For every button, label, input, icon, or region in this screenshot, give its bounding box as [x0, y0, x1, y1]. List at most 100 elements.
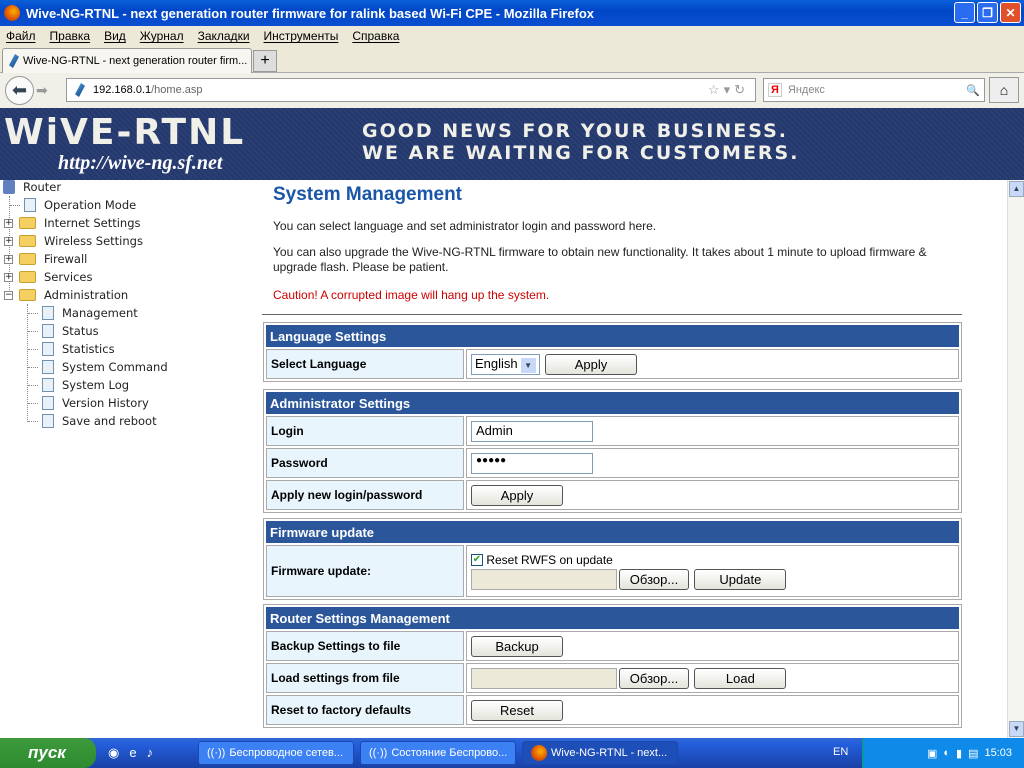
tab-bar: Wive-NG-RTNL - next generation router fi…	[0, 46, 1024, 73]
tree-label: System Command	[62, 360, 168, 374]
taskbar-item-status[interactable]: ((·)) Состояние Беспрово...	[360, 741, 516, 765]
administrator-settings-table: Administrator Settings Login Admin Passwo…	[263, 389, 962, 513]
close-button[interactable]: ✕	[1000, 2, 1021, 23]
router-settings-management-table: Router Settings Management Backup Settin…	[263, 604, 962, 728]
login-input[interactable]: Admin	[471, 420, 593, 442]
language-apply-button[interactable]: Apply	[544, 353, 637, 375]
menu-file[interactable]: Файл	[6, 29, 36, 43]
firmware-update-button[interactable]: Update	[694, 568, 787, 590]
tree-system-log[interactable]: System Log	[28, 376, 129, 394]
tree-services[interactable]: + Services	[4, 268, 93, 286]
browser-tab[interactable]: Wive-NG-RTNL - next generation router fi…	[2, 48, 252, 73]
language-select[interactable]: English ▼	[471, 353, 540, 375]
taskbar-label: Состояние Беспрово...	[391, 747, 508, 759]
divider	[262, 314, 962, 315]
backup-button[interactable]: Backup	[471, 635, 563, 657]
password-input[interactable]: ●●●●●	[471, 452, 593, 474]
vertical-scrollbar[interactable]: ▲ ▼	[1007, 180, 1024, 738]
tree-management[interactable]: Management	[28, 304, 138, 322]
quick-launch: ◉e♪	[108, 745, 163, 761]
menu-bookmarks[interactable]: Закладки	[198, 29, 250, 43]
new-tab-button[interactable]: +	[253, 50, 277, 72]
tree-firewall[interactable]: + Firewall	[4, 250, 87, 268]
tree-wireless-settings[interactable]: + Wireless Settings	[4, 232, 143, 250]
tree-status[interactable]: Status	[28, 322, 99, 340]
site-url: http://wive-ng.sf.net	[58, 152, 223, 174]
menu-edit[interactable]: Правка	[50, 29, 91, 43]
reload-icon[interactable]: ↻	[734, 82, 749, 97]
tree-operation-mode[interactable]: Operation Mode	[10, 196, 136, 214]
back-button[interactable]: ⬅	[5, 76, 34, 105]
tree-label: Administration	[44, 288, 129, 302]
expand-icon[interactable]: +	[4, 218, 13, 228]
bookmark-star-icon[interactable]: ☆	[708, 82, 724, 97]
taskbar-item-firefox[interactable]: Wive-NG-RTNL - next...	[522, 741, 678, 765]
volume-icon[interactable]: ◐	[943, 747, 950, 759]
settings-browse-button[interactable]: Обзор...	[619, 667, 689, 689]
page-icon	[42, 378, 54, 392]
expand-icon[interactable]: +	[4, 236, 13, 246]
page-icon	[42, 414, 54, 428]
field-label: Password	[266, 448, 464, 478]
tree-internet-settings[interactable]: + Internet Settings	[4, 214, 141, 232]
intro-text: You can select language and set administ…	[273, 219, 657, 233]
start-button[interactable]: пуск	[0, 738, 96, 768]
tree-label: System Log	[62, 378, 130, 392]
tree-router[interactable]: Router	[3, 178, 61, 196]
site-favicon-icon	[75, 83, 85, 97]
usb-icon[interactable]: ▮	[956, 747, 962, 760]
collapse-icon[interactable]: −	[4, 290, 13, 300]
load-button[interactable]: Load	[694, 667, 787, 689]
forward-button[interactable]: ➡	[36, 82, 48, 99]
menu-history[interactable]: Журнал	[140, 29, 184, 43]
slogan-line-2: WE ARE WAITING FOR CUSTOMERS.	[362, 142, 800, 164]
folder-icon	[19, 271, 36, 283]
login-apply-button[interactable]: Apply	[471, 484, 563, 506]
ie-icon[interactable]: e	[129, 745, 146, 760]
media-icon[interactable]: ♪	[147, 745, 164, 760]
reset-rwfs-checkbox[interactable]: ✔	[471, 554, 483, 567]
tree-administration[interactable]: − Administration	[4, 286, 128, 304]
minimize-button[interactable]: _	[954, 2, 975, 23]
expand-icon[interactable]: +	[4, 272, 13, 282]
monitor-icon[interactable]: ▤	[968, 747, 978, 760]
network-icon[interactable]: ▣	[927, 747, 937, 760]
search-engine-icon[interactable]: Я	[768, 83, 782, 97]
tree-label: Management	[62, 306, 138, 320]
scroll-down-icon[interactable]: ▼	[1009, 721, 1024, 737]
section-header: Router Settings Management	[266, 607, 959, 629]
menu-tools[interactable]: Инструменты	[264, 29, 339, 43]
url-bar[interactable]: 192.168.0.1/home.asp ☆▾↻	[66, 78, 756, 102]
tree-label: Internet Settings	[44, 216, 141, 230]
wireless-icon: ((·))	[369, 747, 388, 759]
navigation-toolbar: ⬅ ➡ 192.168.0.1/home.asp ☆▾↻ Я Яндекс 🔍 …	[0, 73, 1024, 108]
main-content: System Management You can select languag…	[262, 180, 1007, 738]
tree-label: Status	[62, 324, 99, 338]
taskbar-item-wireless[interactable]: ((·)) Беспроводное сетев...	[198, 741, 354, 765]
settings-file-input[interactable]	[471, 667, 617, 689]
search-box[interactable]: Я Яндекс 🔍	[763, 78, 985, 102]
tree-save-reboot[interactable]: Save and reboot	[28, 412, 157, 430]
field-label: Firmware update:	[266, 545, 464, 597]
quick-launch-icon[interactable]: ◉	[108, 745, 129, 760]
search-icon[interactable]: 🔍	[966, 84, 980, 97]
maximize-button[interactable]: ❐	[977, 2, 998, 23]
firmware-browse-button[interactable]: Обзор...	[619, 568, 689, 590]
caution-text: Caution! A corrupted image will hang up …	[273, 288, 550, 302]
language-indicator[interactable]: EN	[833, 746, 848, 758]
tree-version-history[interactable]: Version History	[28, 394, 149, 412]
home-button[interactable]: ⌂	[989, 77, 1019, 103]
selected-value: English	[475, 355, 518, 371]
firmware-file-input[interactable]	[471, 568, 617, 590]
upgrade-text: You can also upgrade the Wive-NG-RTNL fi…	[273, 245, 927, 274]
section-header: Firmware update	[266, 521, 959, 543]
menu-help[interactable]: Справка	[352, 29, 399, 43]
tree-system-command[interactable]: System Command	[28, 358, 168, 376]
reset-button[interactable]: Reset	[471, 699, 563, 721]
dropdown-icon[interactable]: ▾	[724, 82, 735, 97]
menu-view[interactable]: Вид	[104, 29, 126, 43]
tree-statistics[interactable]: Statistics	[28, 340, 115, 358]
scroll-up-icon[interactable]: ▲	[1009, 181, 1024, 197]
section-header: Administrator Settings	[266, 392, 959, 414]
expand-icon[interactable]: +	[4, 254, 13, 264]
